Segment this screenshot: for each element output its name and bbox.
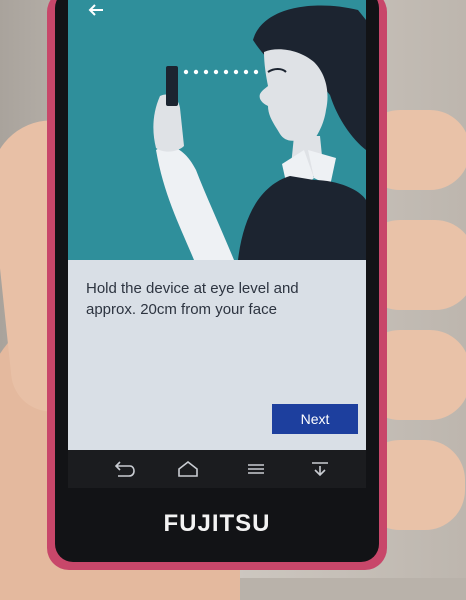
- illustration-graphic: [153, 5, 366, 260]
- phone-screen: Hold the device at eye level and approx.…: [68, 0, 366, 488]
- navigation-bar: [68, 450, 366, 488]
- download-icon[interactable]: [308, 458, 332, 480]
- instruction-text: Hold the device at eye level and approx.…: [86, 280, 299, 318]
- back-icon[interactable]: [112, 458, 136, 480]
- next-button[interactable]: Next: [272, 404, 358, 434]
- back-arrow-icon[interactable]: [86, 2, 106, 18]
- menu-icon[interactable]: [244, 458, 268, 480]
- brand-logo: FUJITSU: [163, 510, 271, 537]
- home-icon[interactable]: [176, 458, 200, 480]
- eye-level-illustration: [68, 0, 366, 260]
